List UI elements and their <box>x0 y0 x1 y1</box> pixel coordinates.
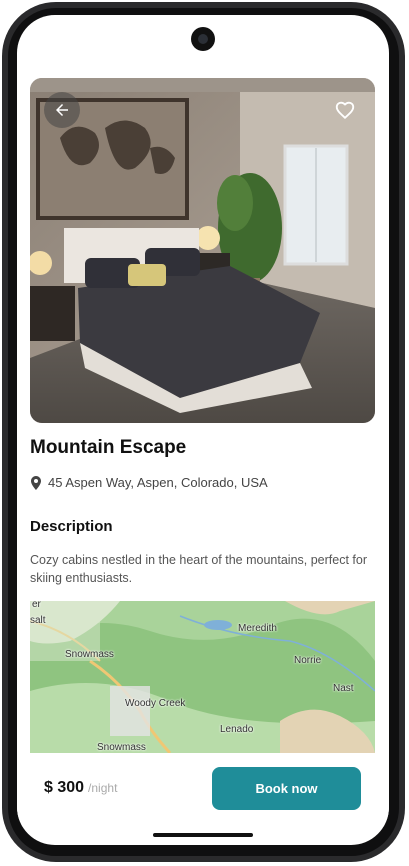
description-heading: Description <box>30 518 113 535</box>
price-value: $ 300 <box>44 779 85 796</box>
back-button[interactable] <box>44 92 80 128</box>
booking-bar: $ 300 /night Book now <box>17 755 389 827</box>
map-label-nast: Nast <box>333 683 354 694</box>
screen: Mountain Escape 45 Aspen Way, Aspen, Col… <box>17 15 389 845</box>
arrow-left-icon <box>56 104 68 116</box>
location-map[interactable]: er salt Meredith Norrie Nast Snowmass Wo… <box>30 601 375 753</box>
map-label-meredith: Meredith <box>238 623 277 634</box>
listing-title: Mountain Escape <box>30 437 187 458</box>
heart-outline-icon <box>335 101 355 120</box>
listing-location: 45 Aspen Way, Aspen, Colorado, USA <box>30 475 268 490</box>
map-label-top-left: er <box>32 601 41 610</box>
favorite-button[interactable] <box>327 92 363 128</box>
price-unit: /night <box>88 781 118 795</box>
map-label-lenado: Lenado <box>220 724 254 735</box>
map-label-woody-creek: Woody Creek <box>125 698 186 709</box>
book-now-button[interactable]: Book now <box>212 767 361 810</box>
front-camera <box>191 27 215 51</box>
map-label-salt: salt <box>30 615 46 626</box>
price-block: $ 300 /night <box>44 779 117 797</box>
home-indicator[interactable] <box>153 833 253 837</box>
map-terrain <box>30 601 375 753</box>
power-button <box>401 337 405 447</box>
map-label-snowmass: Snowmass <box>65 649 114 660</box>
location-pin-icon <box>31 475 41 490</box>
map-label-norrie: Norrie <box>294 655 322 666</box>
description-text: Cozy cabins nestled in the heart of the … <box>30 553 367 585</box>
map-label-snowmass-bottom: Snowmass <box>97 742 146 753</box>
volume-button <box>401 230 405 292</box>
listing-photo <box>30 78 375 423</box>
address-text: 45 Aspen Way, Aspen, Colorado, USA <box>48 475 268 490</box>
bedroom-image <box>30 78 375 423</box>
